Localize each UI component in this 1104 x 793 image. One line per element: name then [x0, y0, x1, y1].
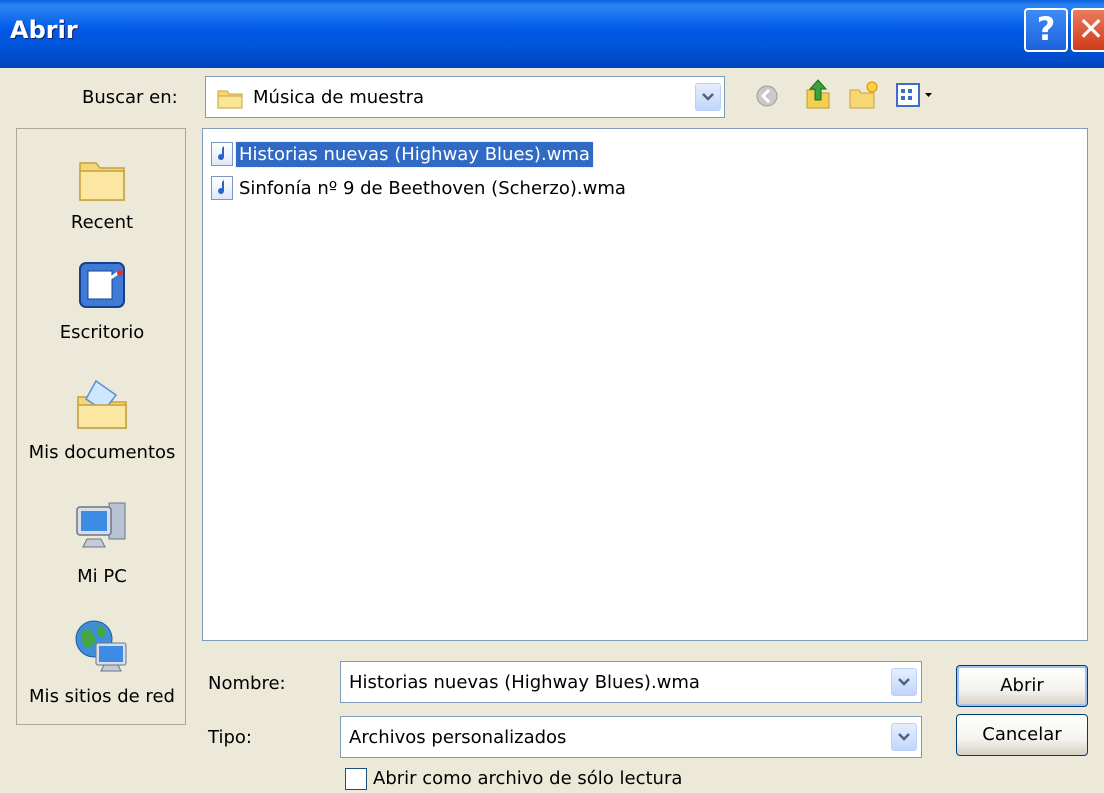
filetype-combobox[interactable]: Archivos personalizados [340, 716, 922, 758]
file-list[interactable]: Historias nuevas (Highway Blues).wma Sin… [202, 128, 1088, 641]
place-my-documents[interactable]: Mis documentos [17, 377, 187, 463]
readonly-label: Abrir como archivo de sólo lectura [373, 768, 683, 789]
chevron-down-icon [898, 733, 910, 741]
file-name: Historias nuevas (Highway Blues).wma [235, 140, 594, 168]
filetype-label: Tipo: [208, 727, 252, 748]
filename-label: Nombre: [208, 673, 286, 694]
lookin-dropdown-button[interactable] [695, 83, 721, 111]
recent-folder-icon [79, 162, 125, 201]
network-places-icon [75, 620, 127, 672]
lookin-combobox[interactable]: Música de muestra [205, 76, 725, 118]
filename-dropdown-button[interactable] [891, 668, 917, 696]
new-folder-icon[interactable] [848, 80, 880, 110]
my-documents-icon [77, 379, 127, 429]
filetype-dropdown-button[interactable] [891, 723, 917, 751]
lookin-value: Música de muestra [253, 87, 425, 108]
chevron-down-icon [702, 93, 714, 101]
place-label: Recent [70, 212, 134, 233]
window-title: Abrir [10, 16, 78, 44]
filename-value: Historias nuevas (Highway Blues).wma [349, 672, 700, 693]
audio-file-icon [211, 142, 233, 166]
place-label: Mi PC [77, 566, 127, 587]
title-bar[interactable]: Abrir ? ✕ [0, 0, 1104, 68]
up-folder-icon[interactable] [803, 78, 833, 110]
filetype-value: Archivos personalizados [349, 727, 567, 748]
desktop-icon [79, 262, 125, 308]
close-icon: ✕ [1077, 10, 1104, 48]
place-label: Mis documentos [28, 442, 176, 463]
help-button[interactable]: ? [1024, 8, 1068, 52]
chevron-down-icon [898, 678, 910, 686]
my-computer-icon [76, 502, 126, 548]
view-menu-icon[interactable] [895, 82, 937, 108]
places-bar: Recent Escritorio Mis documentos Mi PC M… [16, 128, 186, 725]
list-item[interactable]: Historias nuevas (Highway Blues).wma [211, 139, 594, 169]
place-network[interactable]: Mis sitios de red [17, 619, 187, 707]
lookin-label: Buscar en: [82, 87, 178, 108]
place-recent[interactable]: Recent [17, 153, 187, 233]
file-name: Sinfonía nº 9 de Beethoven (Scherzo).wma [239, 177, 626, 199]
filename-field[interactable]: Historias nuevas (Highway Blues).wma [340, 661, 922, 703]
close-button[interactable]: ✕ [1071, 8, 1104, 52]
readonly-checkbox[interactable] [345, 768, 367, 790]
help-icon: ? [1036, 10, 1056, 48]
open-button[interactable]: Abrir [956, 665, 1088, 707]
cancel-button[interactable]: Cancelar [956, 714, 1088, 756]
list-item[interactable]: Sinfonía nº 9 de Beethoven (Scherzo).wma [211, 173, 629, 203]
back-icon[interactable] [755, 84, 779, 108]
audio-file-icon [211, 176, 233, 200]
place-label: Mis sitios de red [29, 686, 175, 707]
place-desktop[interactable]: Escritorio [17, 259, 187, 343]
place-label: Escritorio [59, 322, 145, 343]
folder-icon [217, 90, 243, 109]
place-my-computer[interactable]: Mi PC [17, 499, 187, 587]
